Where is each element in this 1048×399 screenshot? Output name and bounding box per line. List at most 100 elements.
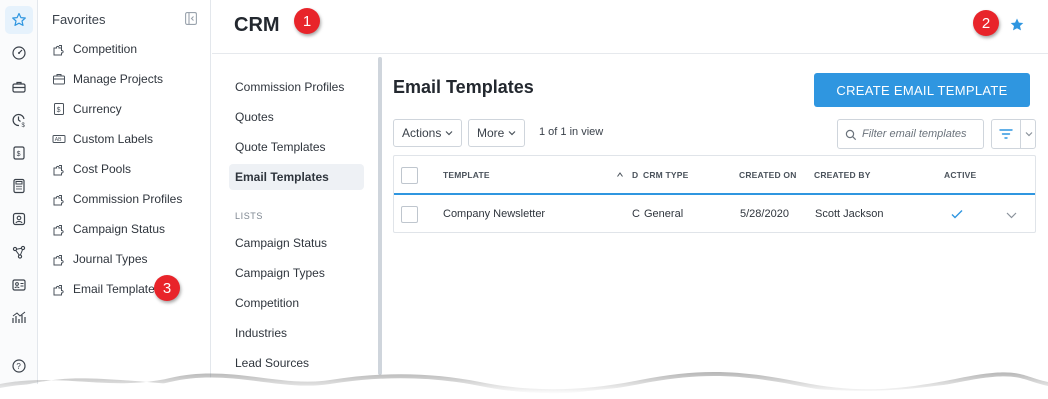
create-email-template-button[interactable]: CREATE EMAIL TEMPLATE <box>814 73 1030 107</box>
trend-chart-icon[interactable] <box>5 304 33 332</box>
favorite-item-label: Custom Labels <box>73 132 154 146</box>
chevron-down-icon <box>508 131 516 136</box>
cell-created-on: 5/28/2020 <box>740 208 789 220</box>
puzzle-icon <box>52 192 66 206</box>
svg-text:AB: AB <box>55 137 62 143</box>
crm-app-window: $ $ ? Favorites Competition Manage Proje… <box>0 0 1048 399</box>
favorite-item-competition[interactable]: Competition <box>52 39 137 59</box>
actions-label: Actions <box>402 126 442 140</box>
puzzle-icon <box>52 282 66 296</box>
favorite-item-label: Journal Types <box>73 252 148 266</box>
currency-icon: $ <box>52 102 66 116</box>
svg-text:$: $ <box>22 123 26 128</box>
dashboard-gauge-icon[interactable] <box>5 39 33 67</box>
search-icon <box>845 129 857 141</box>
svg-text:$: $ <box>57 107 61 114</box>
dollar-document-icon[interactable]: $ <box>5 139 33 167</box>
chevron-down-icon <box>445 131 453 136</box>
page-title: CRM <box>234 14 280 36</box>
person-badge-icon[interactable] <box>5 205 33 233</box>
column-header-created-by[interactable]: CREATED BY <box>814 170 871 180</box>
network-nodes-icon[interactable] <box>5 238 33 266</box>
callout-badge-1: 1 <box>294 8 320 34</box>
callout-badge-3: 3 <box>154 275 180 301</box>
contact-card-icon[interactable] <box>5 271 33 299</box>
favorite-item-label: Competition <box>73 42 138 56</box>
favorite-item-label: Campaign Status <box>73 222 166 236</box>
actions-dropdown[interactable]: Actions <box>393 119 462 147</box>
favorite-item-label: Email Templates <box>73 282 161 296</box>
cell-crm-type: General <box>644 208 684 220</box>
subnav-item-competition[interactable]: Competition <box>229 290 364 316</box>
briefcase-icon[interactable] <box>5 73 33 101</box>
filter-search-input[interactable]: Filter email templates <box>837 119 984 149</box>
puzzle-icon <box>52 42 66 56</box>
label-ab-icon: AB <box>52 132 66 146</box>
favorite-item-email-templates[interactable]: Email Templates <box>52 279 161 299</box>
column-header-template[interactable]: TEMPLATE <box>443 170 490 180</box>
subnav-item-email-templates[interactable]: Email Templates <box>229 164 364 190</box>
main-content: Email Templates CREATE EMAIL TEMPLATE Ac… <box>384 55 1048 399</box>
favorite-star-icon[interactable] <box>1009 17 1025 33</box>
icon-rail: $ $ ? <box>0 0 38 399</box>
more-dropdown[interactable]: More <box>468 119 525 147</box>
subnav-section-label: LISTS <box>235 211 264 221</box>
column-header-created-on[interactable]: CREATED ON <box>739 170 797 180</box>
favorite-item-label: Currency <box>73 102 122 116</box>
favorite-item-commission-profiles[interactable]: Commission Profiles <box>52 189 182 209</box>
row-checkbox[interactable] <box>401 206 418 223</box>
svg-text:$: $ <box>17 151 21 158</box>
chevron-down-icon[interactable] <box>1025 131 1033 137</box>
subnav-item-campaign-types[interactable]: Campaign Types <box>229 260 364 286</box>
cell-created-by: Scott Jackson <box>815 208 884 220</box>
column-header-crm-type[interactable]: CRM TYPE <box>643 170 689 180</box>
select-all-checkbox[interactable] <box>401 167 418 184</box>
filter-button-group <box>991 119 1036 149</box>
filter-divider <box>1020 120 1021 148</box>
table-row[interactable]: Company Newsletter C General 5/28/2020 S… <box>394 197 1035 233</box>
active-check-icon <box>951 210 963 219</box>
favorites-title: Favorites <box>52 12 106 27</box>
puzzle-icon <box>52 222 66 236</box>
sort-ascending-icon[interactable] <box>617 172 623 177</box>
column-header-active[interactable]: ACTIVE <box>944 170 976 180</box>
projects-icon <box>52 72 66 86</box>
favorites-panel: Favorites Competition Manage Projects $ … <box>39 0 211 399</box>
subnav-scrollbar[interactable] <box>378 57 382 375</box>
favorite-item-label: Manage Projects <box>73 72 164 86</box>
secondary-nav: Commission Profiles Quotes Quote Templat… <box>212 55 384 399</box>
column-header-d[interactable]: D <box>632 170 638 180</box>
filter-icon[interactable] <box>999 128 1013 140</box>
subnav-item-quotes[interactable]: Quotes <box>229 104 364 130</box>
page-header: CRM <box>212 0 1048 54</box>
expand-row-chevron-icon[interactable] <box>1006 212 1017 219</box>
calculator-icon[interactable] <box>5 172 33 200</box>
subnav-item-campaign-status[interactable]: Campaign Status <box>229 230 364 256</box>
subnav-item-industries[interactable]: Industries <box>229 320 364 346</box>
favorite-item-custom-labels[interactable]: AB Custom Labels <box>52 129 153 149</box>
table-header: TEMPLATE D CRM TYPE CREATED ON CREATED B… <box>394 156 1035 195</box>
favorite-item-label: Commission Profiles <box>73 192 183 206</box>
search-placeholder: Filter email templates <box>862 128 967 140</box>
callout-badge-2: 2 <box>973 10 999 36</box>
cell-d: C <box>632 208 640 220</box>
cell-template: Company Newsletter <box>443 208 546 220</box>
favorite-item-label: Cost Pools <box>73 162 132 176</box>
favorite-item-currency[interactable]: $ Currency <box>52 99 122 119</box>
view-count: 1 of 1 in view <box>539 126 604 138</box>
section-title: Email Templates <box>393 77 534 97</box>
collapse-panel-icon[interactable] <box>185 12 197 25</box>
puzzle-icon <box>52 162 66 176</box>
favorite-item-campaign-status[interactable]: Campaign Status <box>52 219 165 239</box>
email-templates-table: TEMPLATE D CRM TYPE CREATED ON CREATED B… <box>393 155 1036 233</box>
clock-dollar-icon[interactable]: $ <box>5 106 33 134</box>
favorite-item-manage-projects[interactable]: Manage Projects <box>52 69 163 89</box>
favorite-item-journal-types[interactable]: Journal Types <box>52 249 148 269</box>
subnav-item-quote-templates[interactable]: Quote Templates <box>229 134 364 160</box>
star-icon[interactable] <box>5 6 33 34</box>
favorite-item-cost-pools[interactable]: Cost Pools <box>52 159 131 179</box>
puzzle-icon <box>52 252 66 266</box>
more-label: More <box>477 126 505 140</box>
torn-edge-decoration <box>0 371 1048 399</box>
subnav-item-commission-profiles[interactable]: Commission Profiles <box>229 74 364 100</box>
